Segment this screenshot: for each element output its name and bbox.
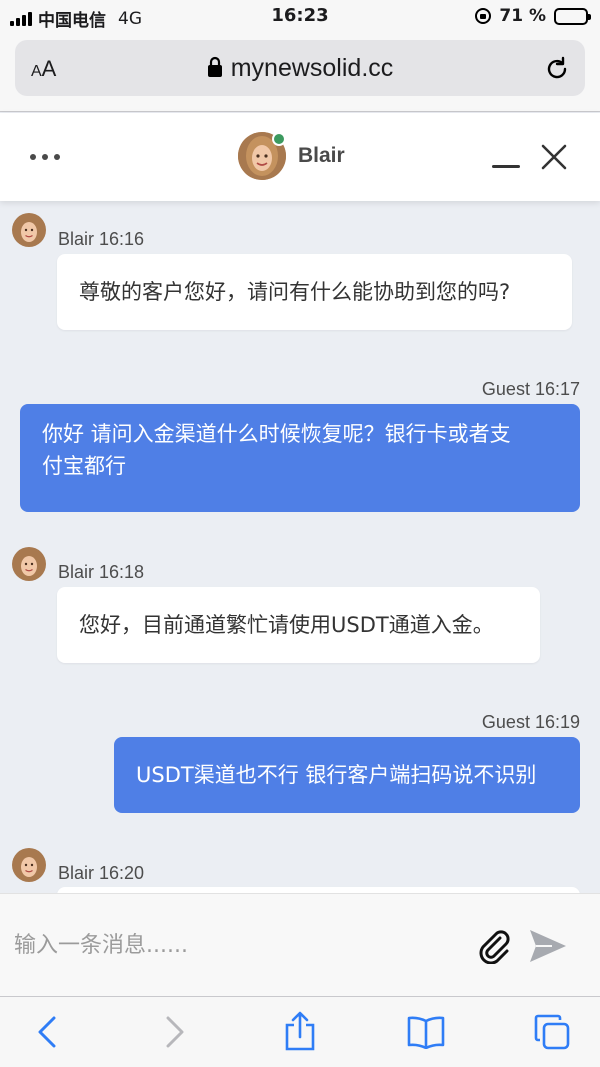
message-list[interactable]: Blair 16:16 尊敬的客户您好，请问有什么能协助到您的吗? Guest …: [0, 201, 600, 893]
orientation-lock-icon: [475, 8, 492, 24]
chat-header: Blair: [0, 113, 600, 201]
share-icon[interactable]: [284, 1011, 316, 1051]
agent-message-bubble: 尊敬的客户您好，请问有什么能协助到您的吗?: [57, 254, 572, 330]
message-meta: Blair 16:16: [58, 229, 145, 249]
guest-message-bubble: USDT渠道也不行 银行客户端扫码说不识别: [114, 737, 580, 813]
lock-icon: [207, 56, 222, 77]
url-display[interactable]: mynewsolid.cc: [15, 54, 585, 83]
reload-icon[interactable]: [543, 55, 571, 83]
more-icon[interactable]: [30, 154, 60, 160]
message-input[interactable]: [14, 922, 454, 968]
bookmarks-icon[interactable]: [406, 1015, 446, 1049]
browser-address-area: AA mynewsolid.cc: [0, 34, 600, 112]
url-text: mynewsolid.cc: [230, 54, 394, 82]
send-icon[interactable]: [528, 928, 568, 964]
battery-icon: [554, 7, 591, 25]
message-text: 尊敬的客户您好，请问有什么能协助到您的吗?: [79, 280, 511, 304]
status-right: 71 %: [475, 6, 591, 26]
agent-identity: Blair: [238, 132, 345, 180]
agent-avatar-small: [12, 213, 46, 247]
minimize-icon[interactable]: [492, 165, 520, 168]
agent-message-bubble: 您好，目前通道繁忙请使用USDT通道入金。: [57, 587, 540, 663]
message-text: 付宝都行: [42, 454, 126, 478]
message-meta: Guest 16:19: [481, 712, 580, 732]
back-icon[interactable]: [36, 1015, 58, 1049]
browser-toolbar: [0, 996, 600, 1067]
paperclip-icon[interactable]: [476, 928, 512, 964]
message-text: 您好，目前通道繁忙请使用USDT通道入金。: [79, 613, 494, 637]
online-status-dot: [272, 132, 286, 146]
forward-icon[interactable]: [164, 1015, 186, 1049]
tabs-icon[interactable]: [533, 1013, 571, 1051]
message-meta: Blair 16:18: [58, 562, 145, 582]
message-meta: Guest 16:17: [481, 379, 580, 399]
message-text: USDT渠道也不行 银行客户端扫码说不识别: [136, 763, 537, 787]
agent-name: Blair: [298, 144, 345, 167]
battery-percent: 71 %: [499, 6, 546, 26]
close-icon[interactable]: [541, 144, 567, 170]
address-bar[interactable]: AA mynewsolid.cc: [15, 40, 585, 96]
agent-avatar-small: [12, 848, 46, 882]
message-meta: Blair 16:20: [58, 863, 145, 883]
guest-message-bubble: 你好 请问入金渠道什么时候恢复呢？银行卡或者支 付宝都行: [20, 404, 580, 512]
status-bar: 中国电信 4G 16:23 71 %: [0, 0, 600, 34]
message-composer: [0, 893, 600, 996]
agent-avatar-small: [12, 547, 46, 581]
message-text: 你好 请问入金渠道什么时候恢复呢？银行卡或者支: [42, 422, 511, 446]
